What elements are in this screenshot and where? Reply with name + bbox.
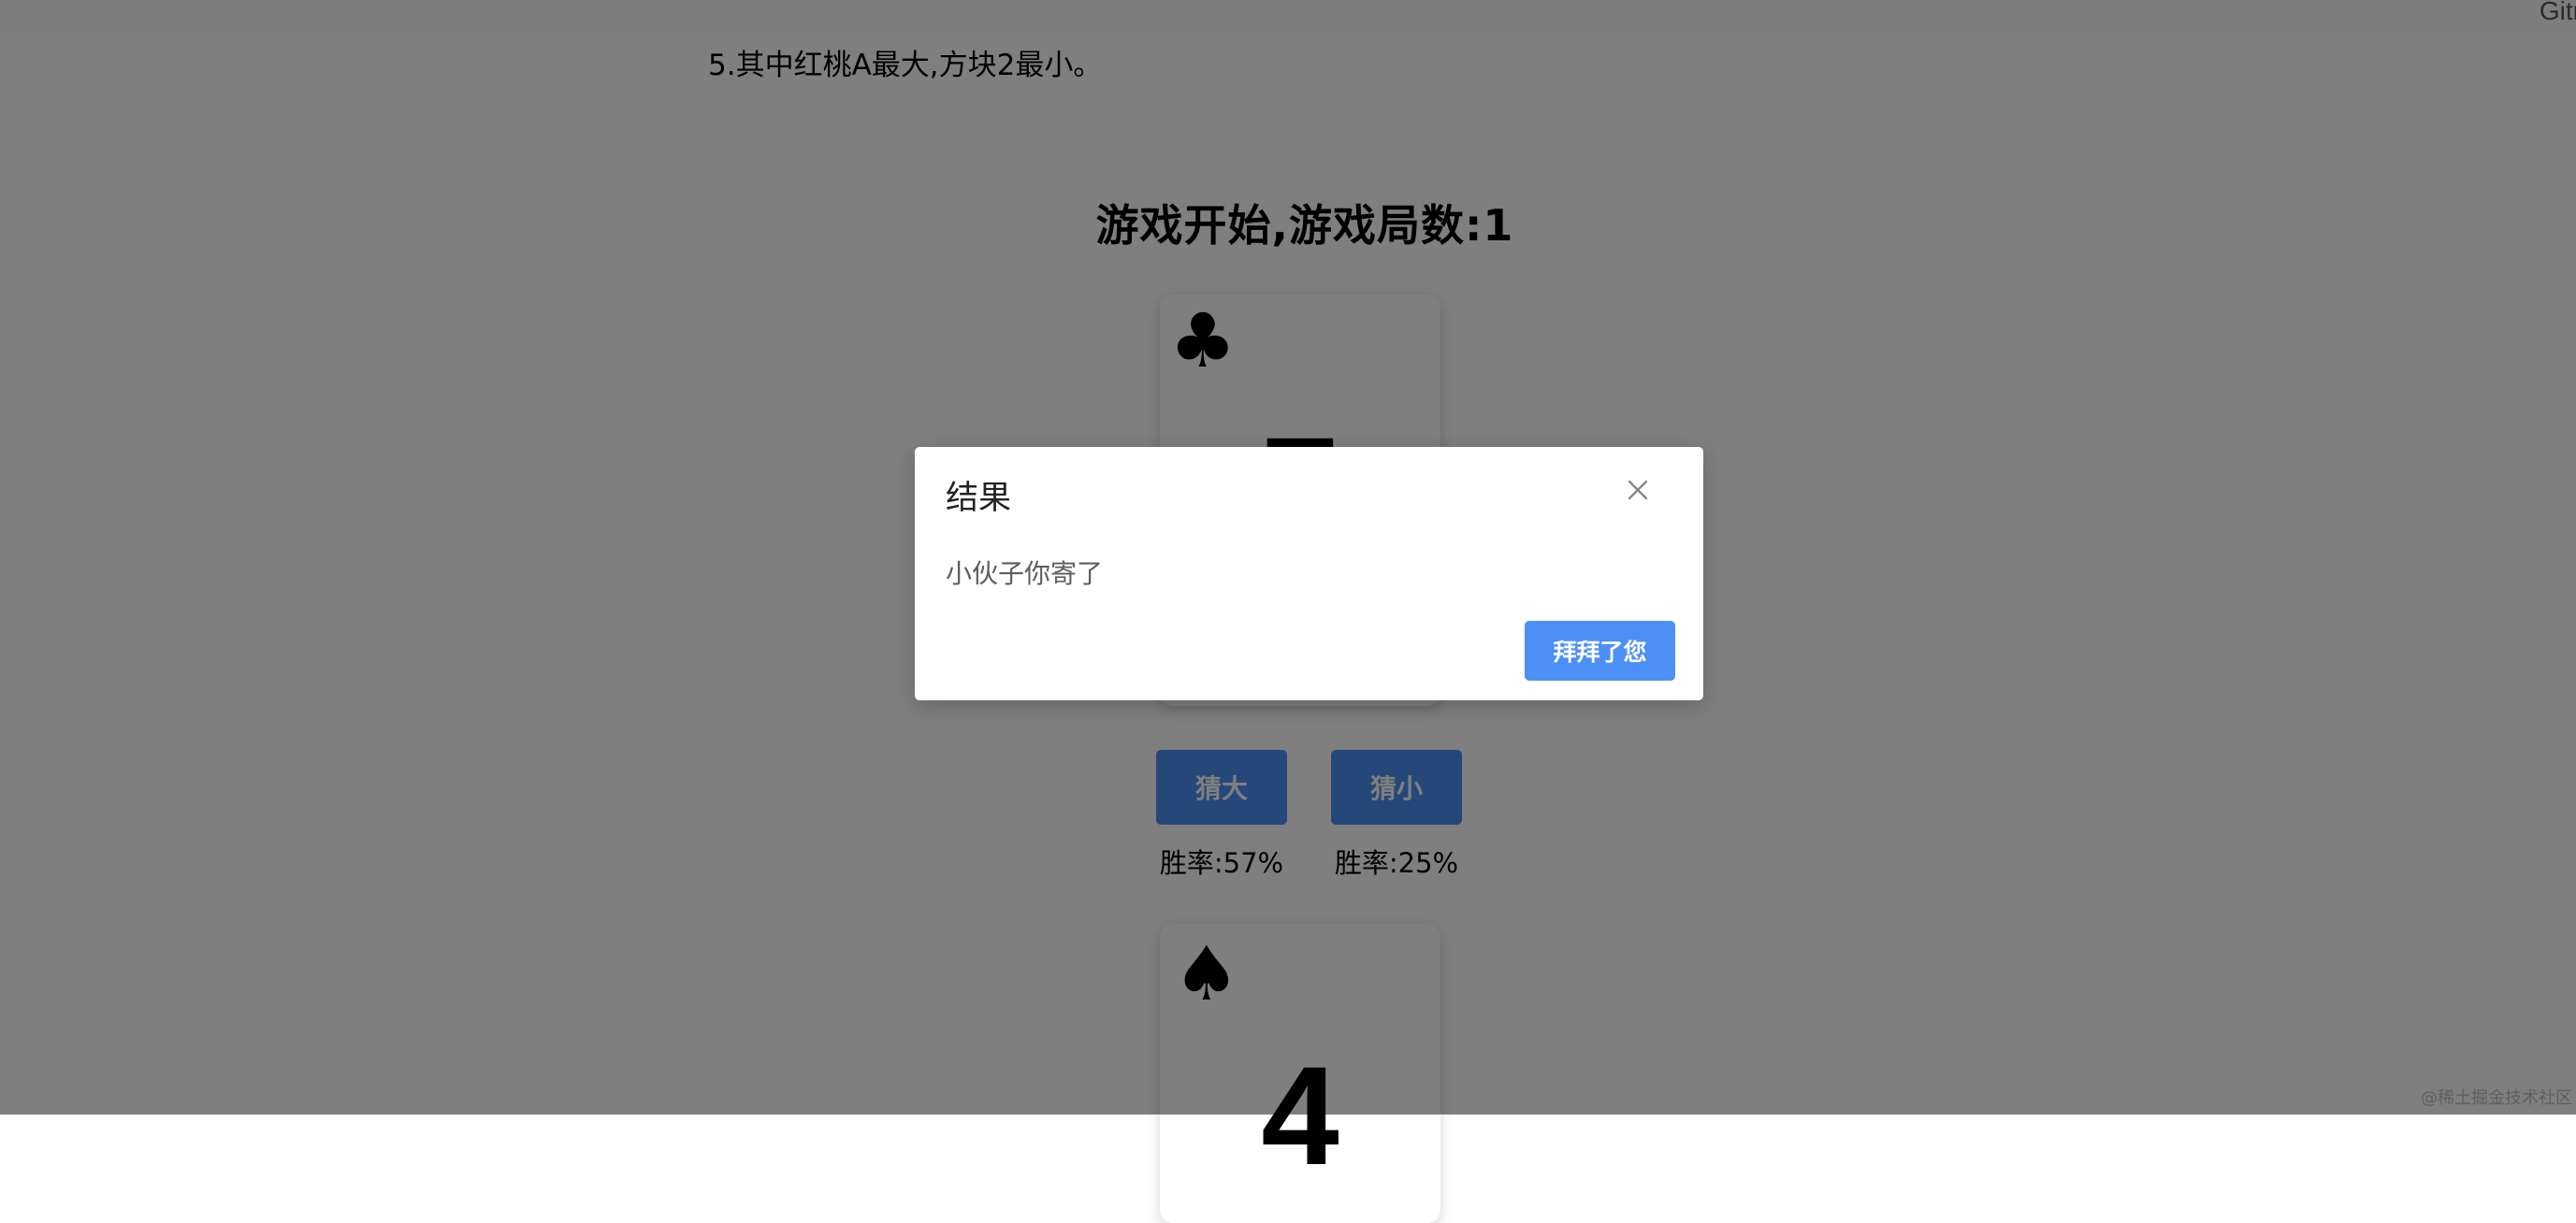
confirm-button[interactable]: 拜拜了您 <box>1525 621 1675 681</box>
modal-message: 小伙子你寄了 <box>946 558 1104 589</box>
close-icon[interactable] <box>1623 475 1653 505</box>
result-modal: 结果 小伙子你寄了 拜拜了您 <box>915 447 1703 700</box>
modal-title: 结果 <box>946 480 1012 517</box>
